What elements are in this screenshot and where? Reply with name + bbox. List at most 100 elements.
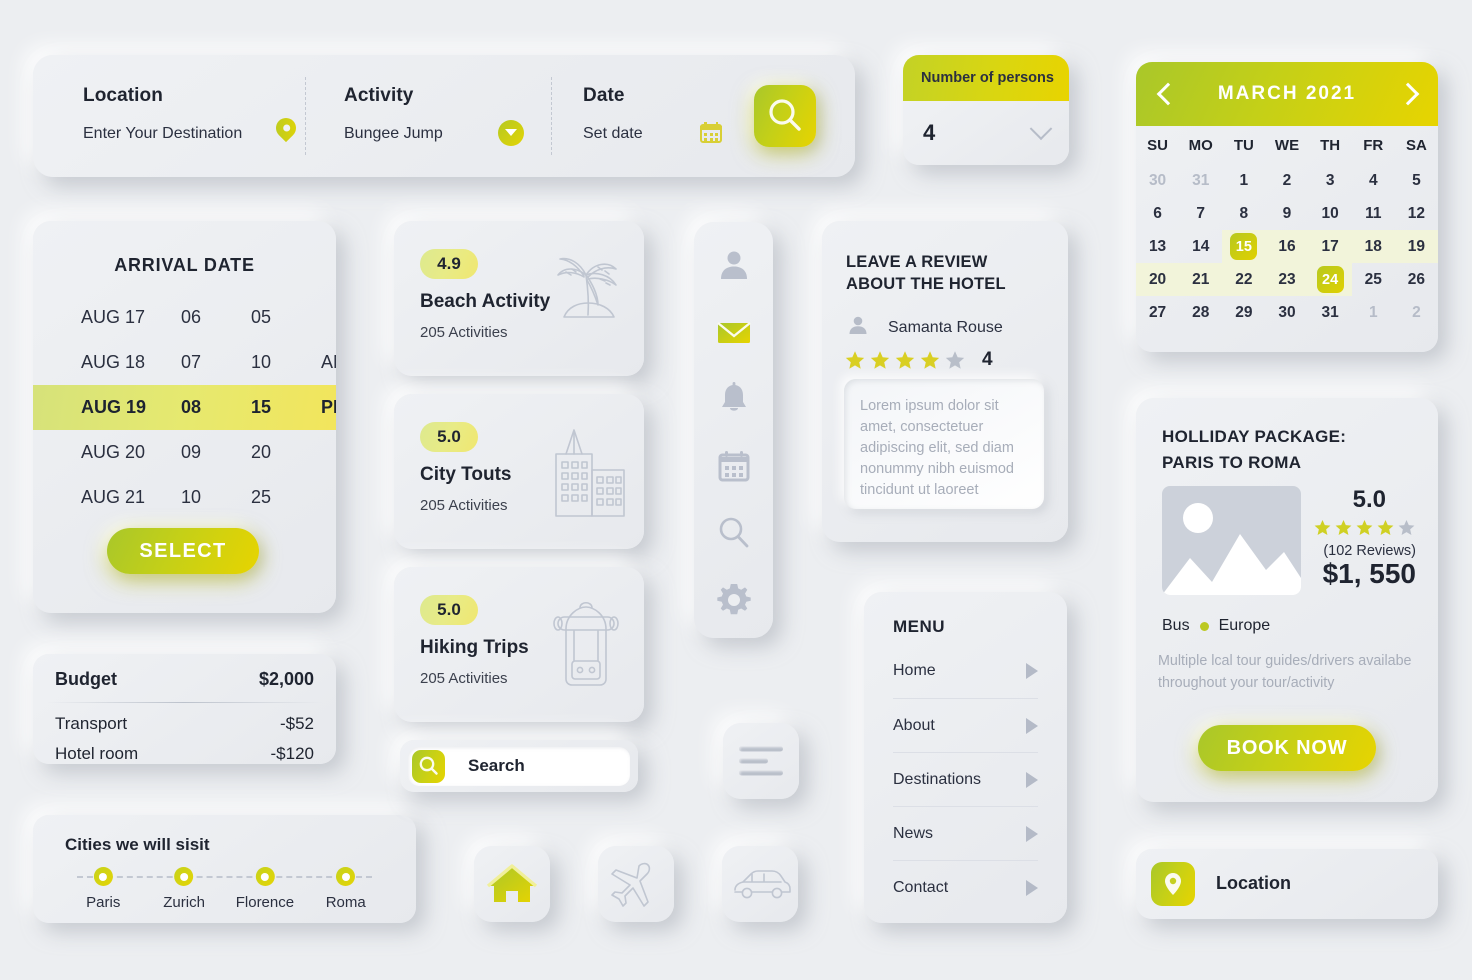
calendar-day[interactable]: 2 xyxy=(1265,164,1308,197)
calendar-dow: WE xyxy=(1274,136,1300,154)
activity-input[interactable]: Bungee Jump xyxy=(344,125,443,143)
calendar-day[interactable]: 13 xyxy=(1136,230,1179,263)
review-card: LEAVE A REVIEW ABOUT THE HOTEL Samanta R… xyxy=(822,221,1068,542)
palm-tree-icon xyxy=(536,245,632,346)
triangle-right-icon xyxy=(1026,663,1038,679)
calendar-day[interactable]: 7 xyxy=(1179,197,1222,230)
calendar-day[interactable]: 20 xyxy=(1136,263,1180,296)
city-stop[interactable]: Florence xyxy=(236,867,294,911)
ui-kit-canvas: Location Enter Your Destination Activity… xyxy=(0,0,1472,980)
budget-row-transport: Transport -$52 xyxy=(55,714,314,733)
package-price: $1, 550 xyxy=(1322,558,1416,589)
chevron-down-icon[interactable] xyxy=(1029,117,1053,141)
calendar-day[interactable]: 5 xyxy=(1395,164,1438,197)
search-icon[interactable] xyxy=(412,750,445,783)
calendar-day[interactable]: 26 xyxy=(1395,263,1438,296)
map-pin-icon[interactable] xyxy=(271,113,301,144)
calendar-day[interactable]: 18 xyxy=(1351,230,1395,263)
calendar-day[interactable]: 12 xyxy=(1395,197,1438,230)
search-icon xyxy=(769,99,801,131)
gear-icon[interactable] xyxy=(715,581,753,619)
menu-item-about[interactable]: About xyxy=(893,698,1038,752)
arrival-row[interactable]: AUG 20 09 20 xyxy=(33,430,336,475)
calendar-day[interactable]: 4 xyxy=(1352,164,1395,197)
location-bar[interactable]: Location xyxy=(1136,849,1438,919)
calendar-day[interactable]: 16 xyxy=(1265,230,1309,263)
menu-item-home[interactable]: Home xyxy=(893,644,1038,698)
calendar-day[interactable]: 22 xyxy=(1222,263,1266,296)
calendar-day[interactable]: 14 xyxy=(1179,230,1222,263)
calendar-day[interactable]: 8 xyxy=(1222,197,1265,230)
calendar-day[interactable]: 11 xyxy=(1352,197,1395,230)
map-pin-icon[interactable] xyxy=(1151,862,1195,906)
calendar-day[interactable]: 24 xyxy=(1308,263,1352,296)
menu-item-news[interactable]: News xyxy=(893,806,1038,860)
search-field[interactable]: Search xyxy=(400,740,638,792)
city-stop[interactable]: Zurich xyxy=(163,867,205,911)
home-button[interactable] xyxy=(474,846,550,922)
calendar-day[interactable]: 19 xyxy=(1394,230,1438,263)
menu-item-destinations[interactable]: Destinations xyxy=(893,752,1038,806)
calendar-day[interactable]: 30 xyxy=(1136,164,1179,197)
search-icon[interactable] xyxy=(715,514,753,552)
calendar-day[interactable]: 28 xyxy=(1179,296,1222,329)
budget-total: $2,000 xyxy=(258,669,314,689)
city-stop[interactable]: Paris xyxy=(86,867,120,911)
calendar-day[interactable]: 15 xyxy=(1222,230,1266,263)
chevron-right-icon[interactable] xyxy=(1396,82,1418,104)
search-submit-button[interactable] xyxy=(754,85,816,147)
persons-label: Number of persons xyxy=(903,55,1069,101)
flight-button[interactable] xyxy=(598,846,674,922)
calendar-day[interactable]: 10 xyxy=(1309,197,1352,230)
calendar-day[interactable]: 31 xyxy=(1309,296,1352,329)
calendar-day[interactable]: 3 xyxy=(1309,164,1352,197)
calendar-day[interactable]: 9 xyxy=(1265,197,1308,230)
user-icon[interactable] xyxy=(715,246,753,284)
activity-card-city[interactable]: 5.0 City Touts 205 Activities xyxy=(394,394,644,549)
bell-icon[interactable] xyxy=(715,380,753,418)
calendar-day[interactable]: 23 xyxy=(1265,263,1309,296)
arrival-row[interactable]: AUG 21 10 25 xyxy=(33,475,336,520)
calendar-day[interactable]: 17 xyxy=(1308,230,1352,263)
date-input[interactable]: Set date xyxy=(583,125,643,143)
cities-title: Cities we will sisit xyxy=(65,835,210,854)
select-button[interactable]: SELECT xyxy=(107,528,259,574)
calendar-day[interactable]: 1 xyxy=(1352,296,1395,329)
calendar-day[interactable]: 29 xyxy=(1222,296,1265,329)
review-textarea[interactable]: Lorem ipsum dolor sit amet, consectetuer… xyxy=(844,379,1044,509)
arrival-date-picker: ARRIVAL DATE AUG 170605AUG 180710AMAUG 1… xyxy=(33,221,336,613)
menu-item-contact[interactable]: Contact xyxy=(893,860,1038,914)
hamburger-menu-button[interactable] xyxy=(723,723,799,799)
calendar-dow: SA xyxy=(1405,136,1427,154)
review-stars[interactable]: 4 xyxy=(844,349,993,371)
calendar-day[interactable]: 25 xyxy=(1352,263,1395,296)
arrival-row[interactable]: AUG 17 06 05 xyxy=(33,295,336,340)
activity-card-hiking[interactable]: 5.0 Hiking Trips 205 Activities xyxy=(394,567,644,722)
arrival-row[interactable]: AUG 190815PM xyxy=(33,385,336,430)
calendar-dow: TH xyxy=(1320,136,1341,154)
calendar-day[interactable]: 30 xyxy=(1265,296,1308,329)
chevron-down-circle-icon[interactable] xyxy=(498,120,524,146)
city-stop[interactable]: Roma xyxy=(326,867,366,911)
calendar-day[interactable]: 2 xyxy=(1395,296,1438,329)
book-now-button[interactable]: BOOK NOW xyxy=(1198,725,1376,771)
car-button[interactable] xyxy=(722,846,798,922)
persons-dropdown[interactable]: Number of persons 4 xyxy=(903,55,1069,165)
calendar-day[interactable]: 27 xyxy=(1136,296,1179,329)
chevron-left-icon[interactable] xyxy=(1156,82,1178,104)
activity-subtitle: 205 Activities xyxy=(420,497,508,514)
calendar-icon[interactable] xyxy=(700,122,722,143)
calendar-day[interactable]: 6 xyxy=(1136,197,1179,230)
calendar-day[interactable]: 31 xyxy=(1179,164,1222,197)
location-input[interactable]: Enter Your Destination xyxy=(83,125,242,143)
budget-label: Budget xyxy=(55,669,117,689)
calendar-day[interactable]: 21 xyxy=(1179,263,1223,296)
arrival-row[interactable]: AUG 180710AM xyxy=(33,340,336,385)
budget-row-hotel: Hotel room -$120 xyxy=(55,744,314,763)
activity-card-beach[interactable]: 4.9 Beach Activity 205 Activities xyxy=(394,221,644,376)
mail-icon[interactable] xyxy=(715,313,753,351)
package-reviews: (102 Reviews) xyxy=(1323,543,1416,559)
calendar-grid: SU MO TU WE TH FR SA 30 31 1 2 3 4 5 6 7 8 9 10 11 12 13 14 15 1… xyxy=(1136,126,1438,329)
calendar-icon[interactable] xyxy=(715,447,753,485)
calendar-day[interactable]: 1 xyxy=(1222,164,1265,197)
